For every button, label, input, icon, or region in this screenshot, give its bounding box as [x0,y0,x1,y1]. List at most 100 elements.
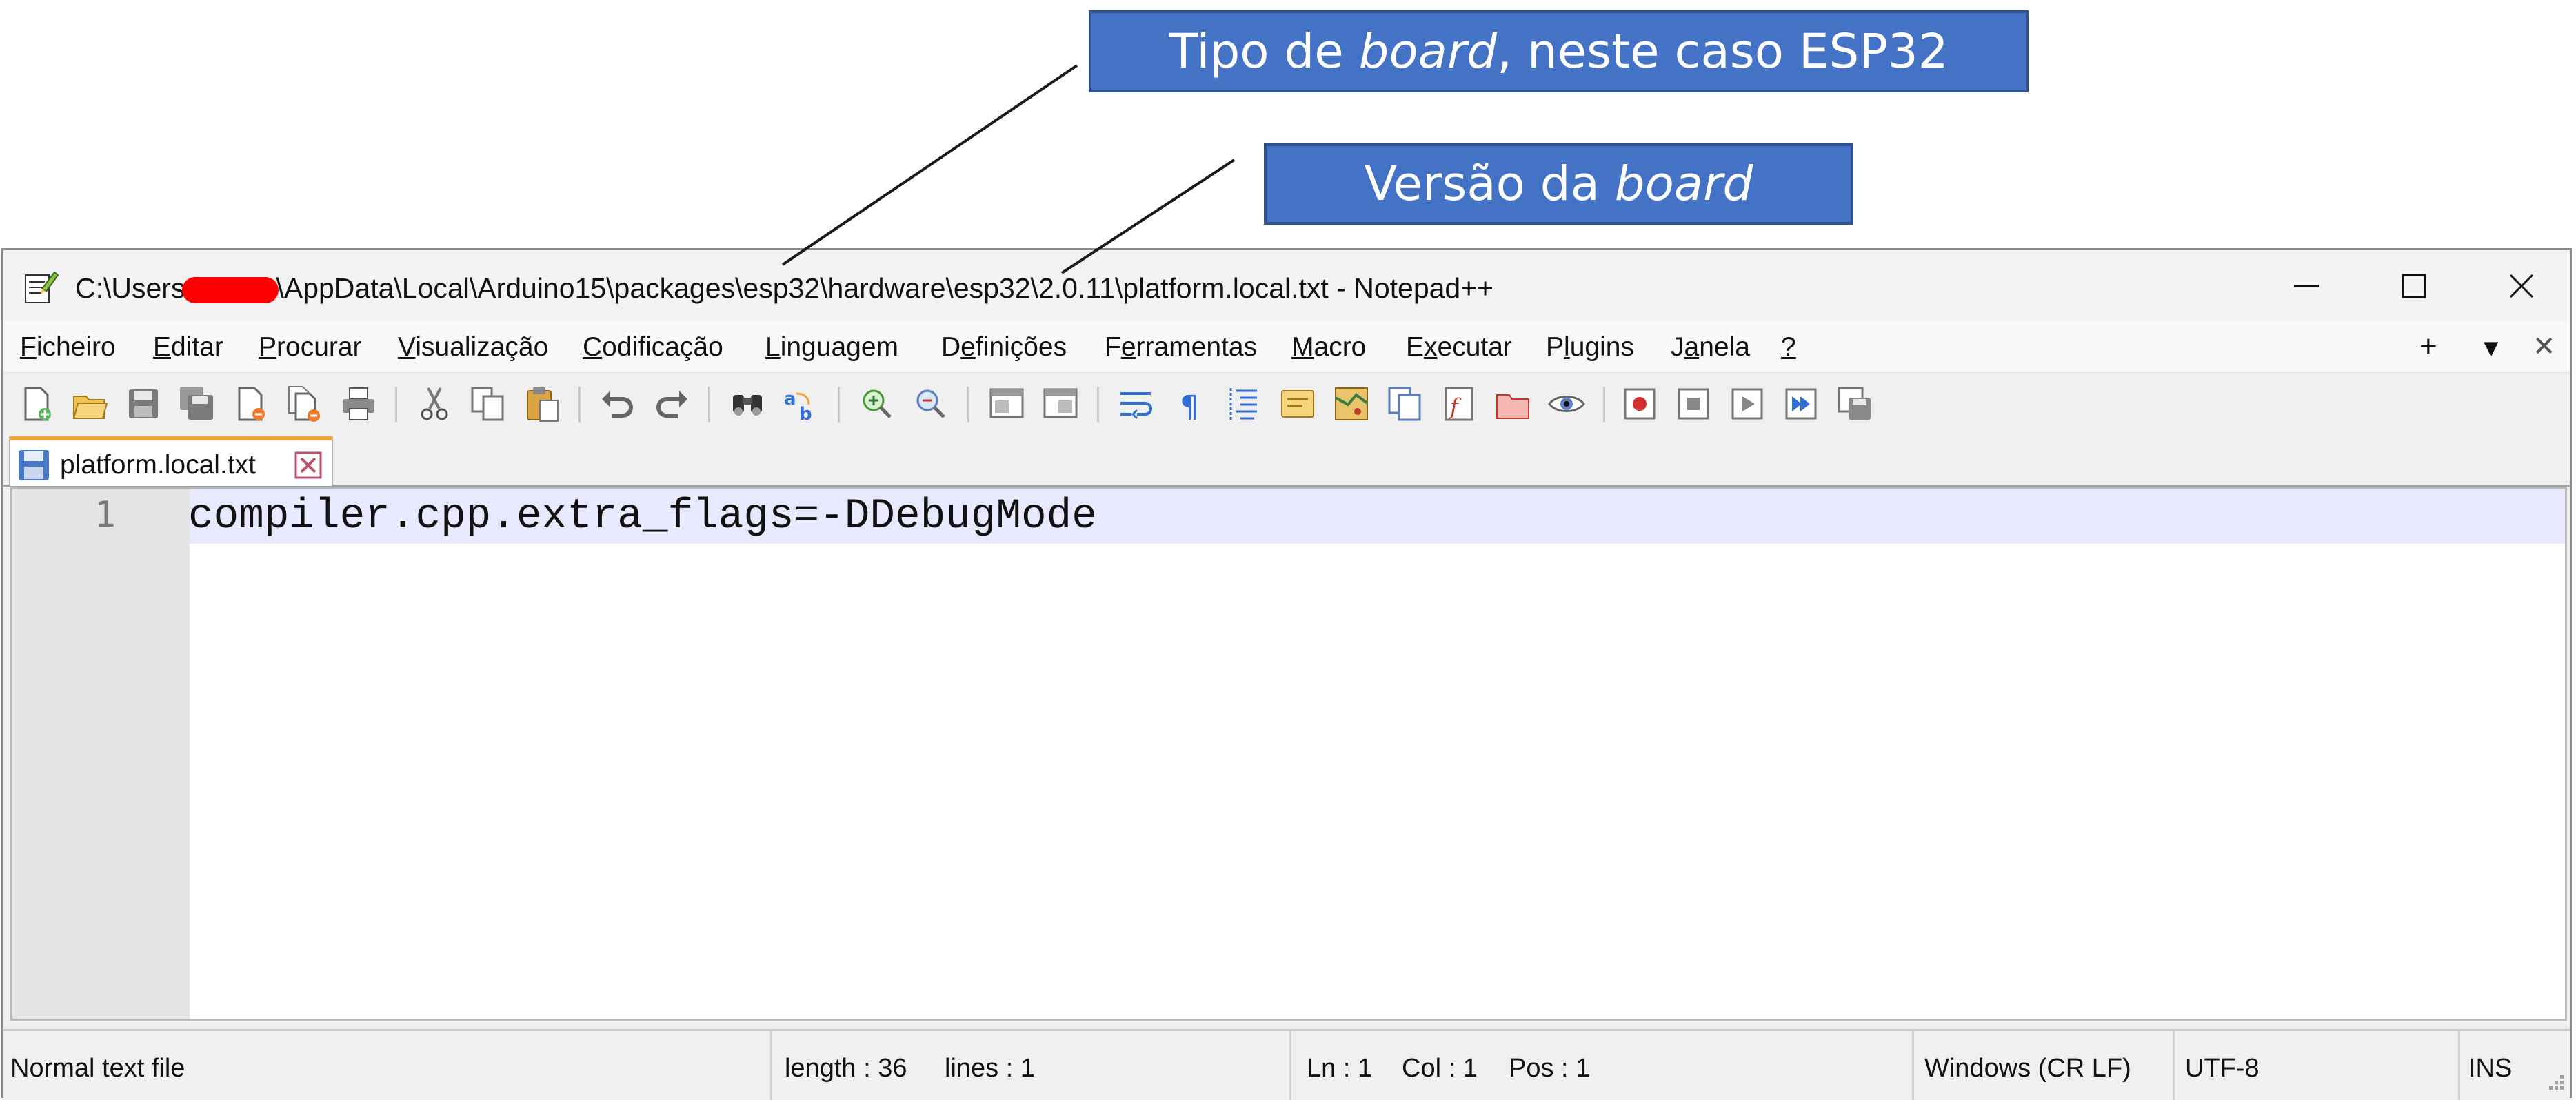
close-all-icon[interactable] [285,384,325,424]
doc-list-icon[interactable] [1385,384,1425,424]
function-list-icon[interactable]: f [1439,384,1479,424]
status-encoding[interactable]: UTF-8 [2173,1031,2458,1100]
maximize-button[interactable] [2366,261,2462,311]
status-insert-mode[interactable]: INS [2458,1031,2570,1100]
annotation-board-type: Tipo de board, neste caso ESP32 [1089,10,2029,92]
cut-icon[interactable] [414,384,454,424]
toolbar-separator [395,387,397,422]
toolbar-separator [1603,387,1605,422]
tab-bar: platform.local.txt [3,434,2570,487]
show-all-chars-icon[interactable]: ¶ [1170,384,1210,424]
status-eol[interactable]: Windows (CR LF) [1912,1031,2173,1100]
zoom-in-icon[interactable] [857,384,897,424]
title-bar[interactable]: C:\Users \AppData\Local\Arduino15\package… [3,250,2570,321]
open-file-icon[interactable] [70,384,110,424]
notepadpp-app-icon [25,271,59,303]
close-doc-button[interactable]: ✕ [2533,331,2556,363]
saved-file-icon [19,450,49,480]
annotation-board-version-emph: board [1614,156,1753,212]
menu-help[interactable]: ? [1781,332,1796,363]
folder-workspace-icon[interactable] [1493,384,1533,424]
minimize-icon [2294,285,2319,287]
annotation-board-type-emph: board [1358,23,1498,79]
paste-icon[interactable] [522,384,562,424]
toolbar: ab ¶ f [3,372,2570,434]
play-macro-icon[interactable] [1727,384,1767,424]
annotation-board-type-suffix: , neste caso ESP32 [1497,23,1949,79]
tab-platform-local-txt[interactable]: platform.local.txt [9,436,333,486]
toolbar-separator [708,387,710,422]
status-lines: lines : 1 [945,1054,1035,1083]
leader-line-board-type [781,64,1078,266]
text-editor[interactable]: 1 compiler.cpp.extra_flags=-DDebugMode [10,487,2567,1021]
save-all-icon[interactable] [177,384,217,424]
tab-close-icon[interactable] [294,451,322,479]
replace-icon[interactable]: ab [781,384,821,424]
word-wrap-icon[interactable] [1116,384,1156,424]
menu-ficheiro[interactable]: Ficheiro [20,332,116,363]
menu-ferramentas[interactable]: Ferramentas [1105,332,1257,363]
menu-macro[interactable]: Macro [1291,332,1366,363]
status-eol-text: Windows (CR LF) [1924,1054,2131,1083]
window-title-start: C:\Users [75,272,185,304]
line-number: 1 [94,494,116,536]
annotation-board-version-prefix: Versão da [1364,156,1615,212]
undo-icon[interactable] [598,384,638,424]
record-macro-icon[interactable] [1620,384,1660,424]
line-number-margin: 1 [12,489,125,1019]
status-insert-mode-text: INS [2468,1054,2513,1083]
status-file-type: Normal text file [3,1031,770,1100]
menu-janela[interactable]: Janela [1671,332,1750,363]
save-icon[interactable] [123,384,163,424]
toolbar-separator [967,387,969,422]
close-icon [2509,274,2534,298]
save-macro-icon[interactable] [1835,384,1875,424]
notepadpp-window: C:\Users \AppData\Local\Arduino15\package… [1,248,2572,1100]
print-icon[interactable] [339,384,379,424]
status-file-type-text: Normal text file [10,1054,185,1083]
find-icon[interactable] [727,384,767,424]
menu-procurar[interactable]: Procurar [259,332,362,363]
menu-bar: Ficheiro Editar Procurar Visualização Co… [3,321,2570,372]
tab-list-button[interactable]: ▼ [2479,334,2504,363]
menu-executar[interactable]: Executar [1406,332,1512,363]
sync-vertical-icon[interactable] [987,384,1027,424]
minimize-button[interactable] [2258,261,2355,311]
close-button[interactable] [2473,261,2570,311]
copy-icon[interactable] [468,384,508,424]
menu-visualizacao[interactable]: Visualização [398,332,548,363]
udl-icon[interactable] [1278,384,1318,424]
toolbar-separator [578,387,581,422]
monitoring-icon[interactable] [1547,384,1587,424]
indent-guide-icon[interactable] [1224,384,1264,424]
doc-map-icon[interactable] [1331,384,1371,424]
annotation-board-version: Versão da board [1264,143,1853,225]
menu-codificacao[interactable]: Codificação [583,332,723,363]
menu-definicoes[interactable]: Definições [941,332,1067,363]
run-macro-multiple-icon[interactable] [1781,384,1821,424]
svg-text:a: a [784,389,796,409]
close-file-icon[interactable] [231,384,271,424]
toolbar-separator [838,387,840,422]
code-line[interactable]: compiler.cpp.extra_flags=-DDebugMode [188,493,1097,540]
status-length: length : 36 [785,1054,907,1083]
menu-editar[interactable]: Editar [153,332,223,363]
stop-macro-icon[interactable] [1673,384,1713,424]
annotation-board-type-prefix: Tipo de [1169,23,1359,79]
resize-grip-icon[interactable] [2538,1068,2566,1096]
toolbar-separator [1097,387,1099,422]
window-title: C:\Users \AppData\Local\Arduino15\package… [75,272,1493,305]
redo-icon[interactable] [652,384,692,424]
window-title-end: \AppData\Local\Arduino15\packages\esp32\… [276,272,1494,304]
status-length-lines: length : 36 lines : 1 [770,1031,1289,1100]
new-file-icon[interactable] [16,384,56,424]
status-encoding-text: UTF-8 [2185,1054,2260,1083]
menu-plugins[interactable]: Plugins [1546,332,1634,363]
sync-horizontal-icon[interactable] [1040,384,1080,424]
menu-linguagem[interactable]: Linguagem [765,332,898,363]
fold-margin [125,489,190,1019]
status-pos: Pos : 1 [1509,1054,1591,1083]
new-tab-button[interactable]: + [2419,329,2437,364]
status-ln: Ln : 1 [1307,1054,1373,1083]
zoom-out-icon[interactable] [911,384,951,424]
